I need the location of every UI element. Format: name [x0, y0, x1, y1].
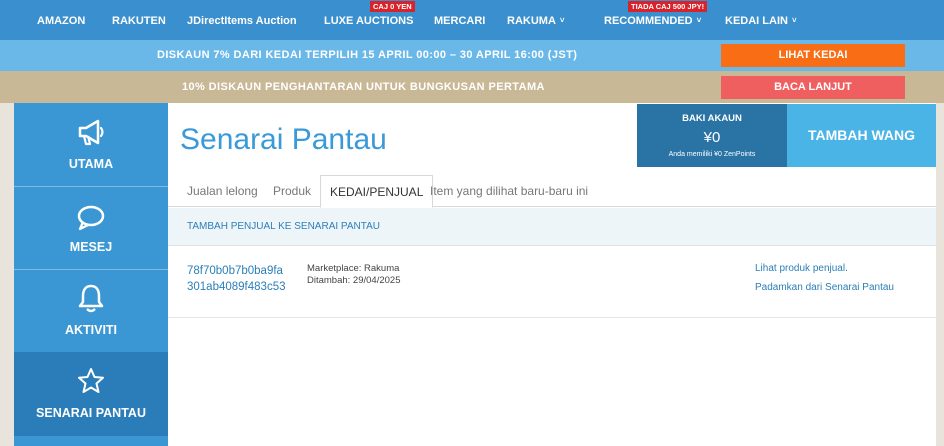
promo-banner: DISKAUN 7% DARI KEDAI TERPILIH 15 APRIL …	[0, 40, 944, 71]
chevron-down-icon: ˅	[791, 16, 797, 25]
add-seller-bar: TAMBAH PENJUAL KE SENARAI PANTAU	[168, 208, 936, 246]
read-more-button[interactable]: BACA LANJUT	[721, 76, 905, 99]
nav-item-label: RECOMMENDED	[604, 15, 693, 27]
date-added-text: Ditambah: 29/04/2025	[307, 275, 401, 286]
sidebar-item-home[interactable]: UTAMA	[14, 103, 168, 186]
megaphone-icon	[78, 119, 104, 146]
chevron-down-icon: ˅	[696, 16, 702, 25]
tab-shops-sellers[interactable]: KEDAI/PENJUAL	[320, 175, 434, 208]
sidebar-item-messages[interactable]: MESEJ	[14, 187, 168, 269]
sidebar-item-label: SENARAI PANTAU	[36, 406, 146, 420]
zenpoints-note: Anda memiliki ¥0 ZenPoints	[668, 151, 756, 158]
main-content: Senarai Pantau BAKI AKAUN ¥0 Anda memili…	[168, 103, 936, 446]
nav-item-label: RAKUMA	[507, 15, 556, 27]
seller-meta: Marketplace: Rakuma Ditambah: 29/04/2025	[307, 263, 400, 287]
sidebar-item-label: AKTIVITI	[64, 323, 118, 337]
add-funds-button[interactable]: TAMBAH WANG	[787, 104, 936, 167]
sidebar-item-activity[interactable]: AKTIVITI	[14, 270, 168, 352]
nav-item-luxe-auctions[interactable]: LUXE AUCTIONS	[324, 0, 413, 40]
sidebar: UTAMA MESEJ AKTIVITI SENARAI PANTAU	[14, 103, 168, 446]
page-title: Senarai Pantau	[180, 123, 387, 156]
nav-item-rakuten[interactable]: RAKUTEN	[112, 0, 166, 40]
tab-recently-viewed[interactable]: Item yang dilihat baru-baru ini	[430, 175, 588, 207]
nav-item-rakuma[interactable]: RAKUMA ˅	[507, 0, 565, 40]
shipping-banner: 10% DISKAUN PENGHANTARAN UNTUK BUNGKUSAN…	[0, 71, 944, 103]
star-icon	[78, 368, 104, 393]
watchlist-tabs: Jualan lelong Produk KEDAI/PENJUAL Item …	[168, 175, 936, 208]
chevron-down-icon: ˅	[559, 16, 565, 25]
nav-item-recommended[interactable]: RECOMMENDED ˅	[604, 0, 701, 40]
bell-icon	[78, 284, 104, 313]
shipping-banner-text: 10% DISKAUN PENGHANTARAN UNTUK BUNGKUSAN…	[182, 81, 545, 93]
sidebar-item-watchlist[interactable]: SENARAI PANTAU	[14, 352, 168, 436]
sidebar-item-label: MESEJ	[69, 240, 113, 254]
list-item: 78f70b0b7b0ba9fa301ab4089f483c53 Marketp…	[168, 247, 936, 318]
nav-item-amazon[interactable]: AMAZON	[37, 0, 85, 40]
sidebar-item-label: UTAMA	[68, 157, 114, 171]
tab-products[interactable]: Produk	[273, 175, 311, 207]
account-balance-panel: BAKI AKAUN ¥0 Anda memiliki ¥0 ZenPoints	[637, 104, 787, 167]
view-shops-button[interactable]: LIHAT KEDAI	[721, 44, 905, 67]
add-seller-link[interactable]: TAMBAH PENJUAL KE SENARAI PANTAU	[187, 208, 380, 246]
top-nav: AMAZON RAKUTEN JDirectItems Auction CAJ …	[0, 0, 944, 40]
tab-auctions[interactable]: Jualan lelong	[187, 175, 258, 207]
seller-id-link[interactable]: 78f70b0b7b0ba9fa301ab4089f483c53	[187, 263, 287, 295]
nav-item-kedai-lain[interactable]: KEDAI LAIN ˅	[725, 0, 797, 40]
marketplace-text: Marketplace: Rakuma	[307, 263, 400, 274]
nav-item-label: KEDAI LAIN	[725, 15, 788, 27]
nav-item-jdirectitems-auction[interactable]: JDirectItems Auction	[187, 0, 297, 40]
speech-bubble-icon	[77, 205, 105, 231]
nav-item-mercari[interactable]: MERCARI	[434, 0, 485, 40]
promo-banner-text: DISKAUN 7% DARI KEDAI TERPILIH 15 APRIL …	[157, 49, 578, 61]
balance-amount: ¥0	[703, 129, 721, 146]
view-seller-products-link[interactable]: Lihat produk penjual.	[755, 263, 848, 274]
balance-title: BAKI AKAUN	[682, 113, 742, 124]
remove-from-watchlist-link[interactable]: Padamkan dari Senarai Pantau	[755, 282, 894, 293]
